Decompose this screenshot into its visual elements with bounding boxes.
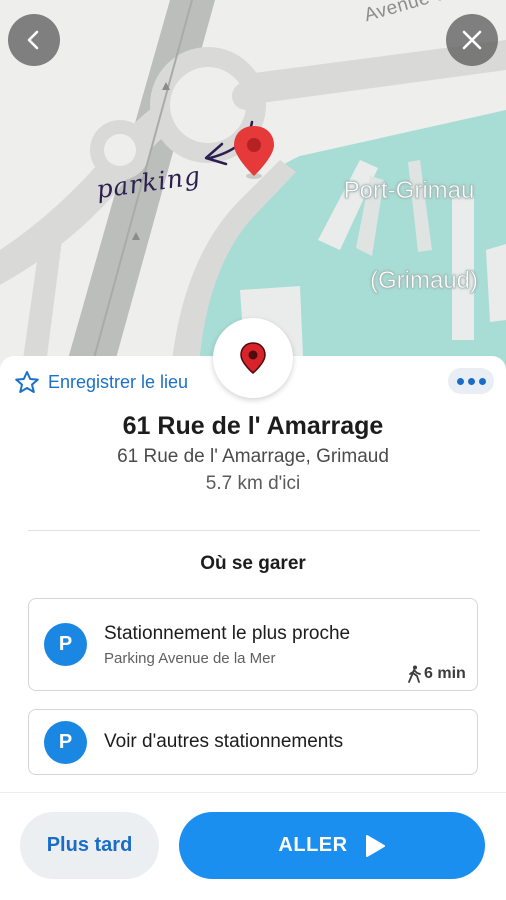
walking-person-icon [408, 665, 421, 683]
divider [28, 530, 480, 531]
more-options-button[interactable] [448, 368, 494, 394]
walk-time: 6 min [407, 665, 466, 683]
go-button[interactable]: ALLER [179, 812, 485, 879]
save-place-button[interactable]: Enregistrer le lieu [14, 370, 188, 395]
star-outline-icon [15, 371, 39, 393]
chevron-left-icon [27, 30, 39, 50]
bottom-divider [0, 792, 506, 793]
more-horizontal-icon [456, 377, 464, 385]
parking-icon: P [44, 721, 87, 764]
later-button[interactable]: Plus tard [20, 812, 159, 879]
destination-pin-icon[interactable] [231, 124, 277, 180]
place-label-line1: Port-Grimau [343, 177, 475, 205]
other-parking-card[interactable]: P Voir d'autres stationnements [28, 709, 478, 775]
walk-time-value: 6 min [424, 665, 466, 682]
place-title: 61 Rue de l' Amarrage [122, 412, 384, 440]
back-button[interactable] [8, 14, 60, 66]
close-icon [462, 30, 482, 50]
parking-card-title: Stationnement le plus proche [104, 623, 351, 644]
nearest-parking-card[interactable]: P Stationnement le plus proche Parking A… [28, 598, 478, 691]
parking-section-title: Où se garer [200, 553, 306, 574]
place-address: 61 Rue de l' Amarrage, Grimaud [117, 446, 389, 467]
close-button[interactable] [446, 14, 498, 66]
save-place-label: Enregistrer le lieu [48, 372, 189, 392]
place-label-line2: (Grimaud) [370, 267, 479, 295]
place-label: Port-Grimau (Grimaud) [340, 116, 478, 356]
parking-card-title: Voir d'autres stationnements [104, 731, 344, 752]
place-distance: 5.7 km d'ici [205, 473, 301, 494]
play-icon [365, 834, 385, 857]
map-pin-icon [240, 342, 266, 374]
parking-card-subtitle: Parking Avenue de la Mer [104, 650, 276, 667]
go-button-label: ALLER [278, 834, 348, 856]
parking-icon: P [44, 623, 87, 666]
place-pin-badge [213, 318, 293, 398]
